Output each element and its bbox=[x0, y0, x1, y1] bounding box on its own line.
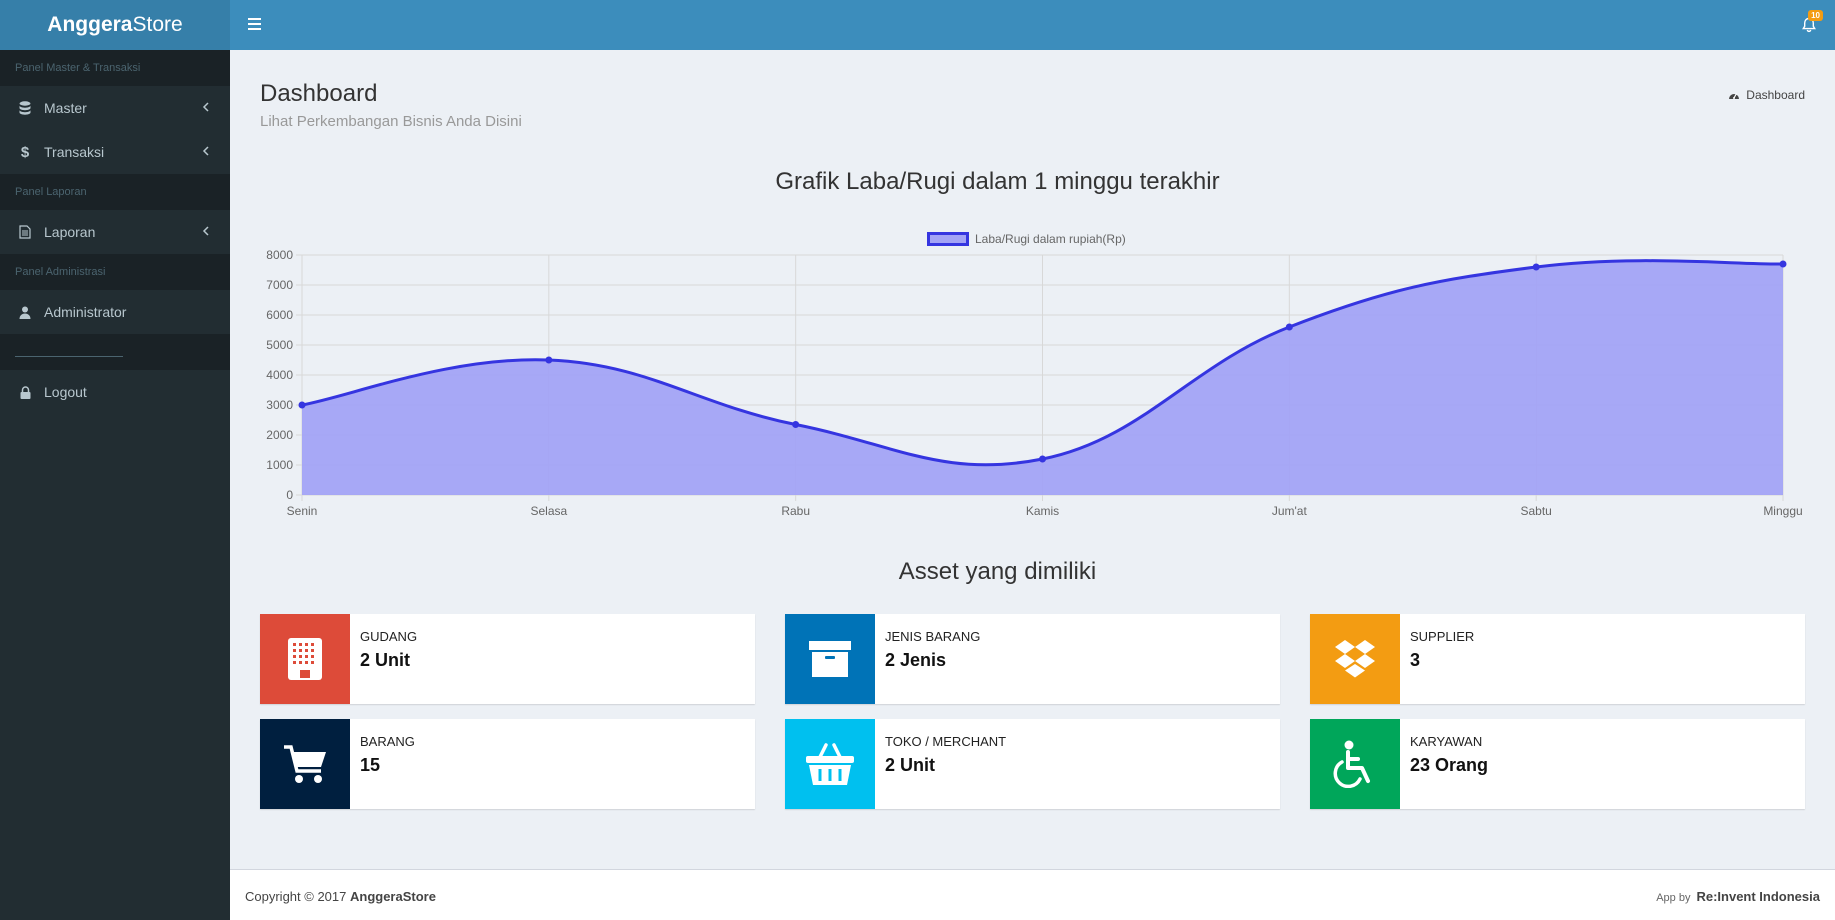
sidebar-item-laporan[interactable]: Laporan bbox=[0, 210, 230, 254]
chevron-left-icon bbox=[202, 226, 209, 236]
database-icon bbox=[18, 101, 32, 115]
x-tick-label: Rabu bbox=[781, 504, 810, 518]
asset-label: Barang bbox=[360, 734, 415, 749]
sidebar-item-label: Master bbox=[44, 100, 87, 116]
x-tick-label: Sabtu bbox=[1520, 504, 1551, 518]
x-tick-label: Kamis bbox=[1026, 504, 1059, 518]
top-navbar: 10 bbox=[230, 0, 1835, 50]
y-tick-label: 3000 bbox=[266, 398, 293, 412]
sidebar-item-administrator[interactable]: Administrator bbox=[0, 290, 230, 334]
asset-value: 2 Unit bbox=[885, 755, 936, 775]
chevron-left-icon bbox=[202, 102, 209, 112]
sidebar-item-logout[interactable]: Logout bbox=[0, 370, 230, 414]
footer-credits: App by Re:Invent Indonesia bbox=[1656, 889, 1820, 904]
sidebar-header-master: Panel Master & Transaksi bbox=[0, 50, 230, 86]
sidebar-item-label: Administrator bbox=[44, 304, 127, 320]
asset-box-gudang[interactable]: Gudang 2 Unit bbox=[260, 614, 755, 704]
dropbox-icon bbox=[1310, 614, 1400, 704]
sidebar-item-label: Laporan bbox=[44, 224, 96, 240]
sidebar: Panel Master & Transaksi Master $ Transa… bbox=[0, 50, 230, 920]
footer-copyright: Copyright © 2017 AnggeraStore bbox=[245, 889, 436, 904]
x-tick-label: Selasa bbox=[530, 504, 567, 518]
cart-icon bbox=[260, 719, 350, 809]
asset-box-toko[interactable]: Toko / Merchant 2 Unit bbox=[785, 719, 1280, 809]
brand-light: Store bbox=[132, 13, 183, 36]
page-title: Dashboard bbox=[260, 80, 378, 107]
sidebar-item-label: Transaksi bbox=[44, 144, 105, 160]
sidebar-header-laporan: Panel Laporan bbox=[0, 174, 230, 210]
y-tick-label: 8000 bbox=[266, 248, 293, 262]
basket-icon bbox=[785, 719, 875, 809]
brand-bold: Anggera bbox=[47, 13, 133, 36]
brand-logo[interactable]: AnggeraStore bbox=[0, 0, 230, 50]
asset-label: Supplier bbox=[1410, 629, 1475, 644]
chart-title: Grafik Laba/Rugi dalam 1 minggu terakhir bbox=[775, 168, 1220, 195]
breadcrumb-item: Dashboard bbox=[1746, 88, 1805, 102]
chevron-left-icon bbox=[202, 146, 209, 156]
sidebar-toggle-button[interactable] bbox=[244, 15, 266, 35]
lock-icon bbox=[18, 385, 32, 399]
sidebar-item-transaksi[interactable]: $ Transaksi bbox=[0, 130, 230, 174]
y-tick-label: 1000 bbox=[266, 458, 293, 472]
y-tick-label: 5000 bbox=[266, 338, 293, 352]
assets-title: Asset yang dimiliki bbox=[898, 558, 1097, 585]
sidebar-item-master[interactable]: Master bbox=[0, 86, 230, 130]
asset-label: Gudang bbox=[360, 629, 418, 644]
breadcrumb[interactable]: Dashboard bbox=[1728, 88, 1805, 102]
asset-value: 2 Jenis bbox=[885, 650, 947, 670]
asset-value: 23 Orang bbox=[1410, 755, 1489, 775]
notifications-button[interactable]: 10 bbox=[1799, 10, 1823, 36]
copyright-text: Copyright © 2017 bbox=[245, 889, 350, 904]
data-point bbox=[1532, 263, 1540, 271]
building-icon bbox=[260, 614, 350, 704]
data-point bbox=[792, 421, 800, 428]
company-link[interactable]: Re:Invent Indonesia bbox=[1696, 889, 1820, 904]
file-text-icon bbox=[18, 225, 32, 239]
sidebar-divider bbox=[0, 334, 230, 370]
asset-value: 15 bbox=[360, 755, 381, 775]
asset-box-jenis-barang[interactable]: Jenis Barang 2 Jenis bbox=[785, 614, 1280, 704]
footer-brand[interactable]: AnggeraStore bbox=[350, 889, 436, 904]
profit-loss-chart: 0 1000 2000 3000 4000 5000 6000 7000 8000 Senin Se… bbox=[266, 248, 1802, 518]
y-tick-label: 0 bbox=[286, 488, 293, 502]
asset-value: 2 Unit bbox=[360, 650, 411, 670]
asset-box-barang[interactable]: Barang 15 bbox=[260, 719, 755, 809]
notification-count-badge: 10 bbox=[1808, 10, 1823, 21]
data-point bbox=[545, 356, 553, 364]
y-tick-label: 6000 bbox=[266, 308, 293, 322]
data-point bbox=[298, 401, 306, 409]
dollar-icon: $ bbox=[20, 143, 30, 161]
y-tick-label: 7000 bbox=[266, 278, 293, 292]
footer: Copyright © 2017 AnggeraStore App by Re:I… bbox=[230, 869, 1835, 920]
asset-label: Toko / Merchant bbox=[885, 734, 1007, 749]
asset-value: 3 bbox=[1410, 650, 1421, 670]
sidebar-item-label: Logout bbox=[44, 384, 87, 400]
sidebar-header-administrasi: Panel Administrasi bbox=[0, 254, 230, 290]
x-tick-label: Minggu bbox=[1763, 504, 1802, 518]
user-icon bbox=[18, 305, 32, 319]
x-tick-label: Jum'at bbox=[1272, 504, 1308, 518]
app-by-label: App by bbox=[1656, 892, 1691, 904]
page-subtitle: Lihat Perkembangan Bisnis Anda Disini bbox=[260, 113, 522, 130]
asset-box-karyawan[interactable]: Karyawan 23 Orang bbox=[1310, 719, 1805, 809]
y-tick-label: 2000 bbox=[266, 428, 293, 442]
x-tick-label: Senin bbox=[287, 504, 318, 518]
asset-label: Jenis Barang bbox=[885, 629, 981, 644]
data-point bbox=[1039, 455, 1046, 463]
archive-icon bbox=[785, 614, 875, 704]
asset-box-supplier[interactable]: Supplier 3 bbox=[1310, 614, 1805, 704]
y-tick-label: 4000 bbox=[266, 368, 293, 382]
wheelchair-icon bbox=[1310, 719, 1400, 809]
dashboard-icon bbox=[1729, 93, 1740, 99]
data-point bbox=[1779, 260, 1787, 268]
asset-label: Karyawan bbox=[1410, 734, 1483, 749]
data-point bbox=[1285, 323, 1293, 331]
